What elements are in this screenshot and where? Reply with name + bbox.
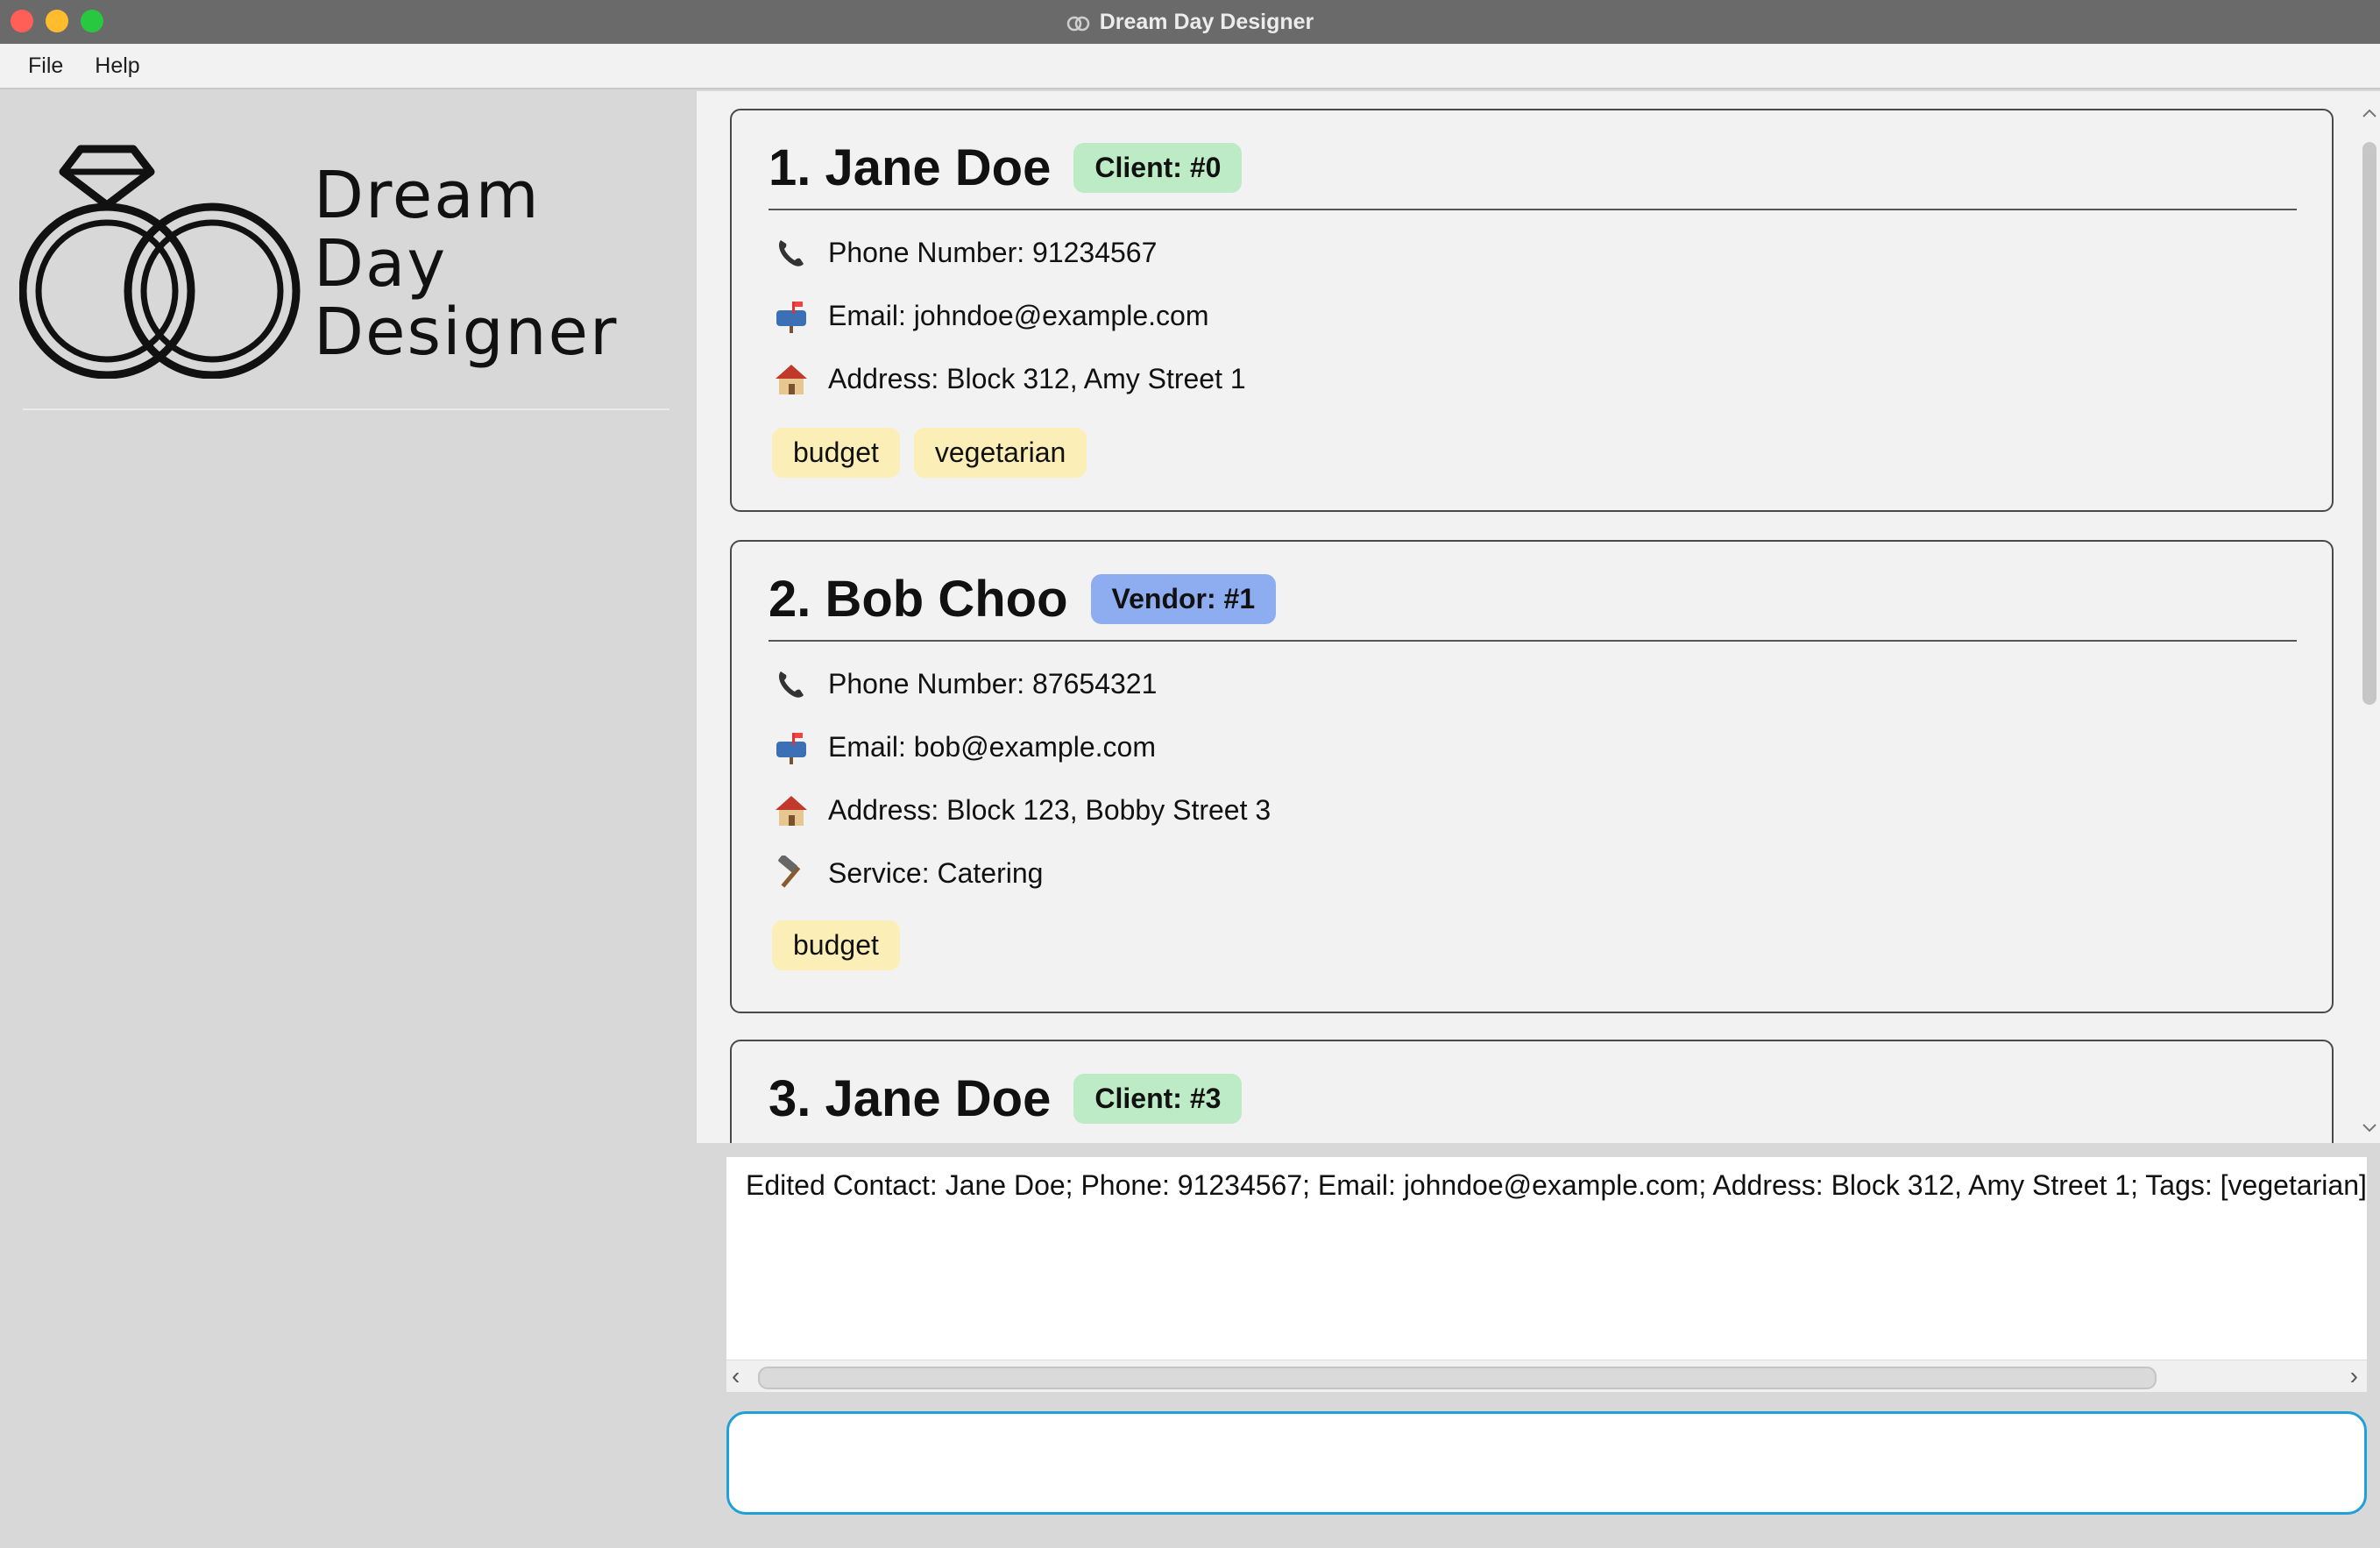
contact-type-badge: Client: #0 xyxy=(1073,143,1243,193)
service-field: Service: Catering xyxy=(772,854,1043,892)
service-text: Service: Catering xyxy=(828,856,1044,889)
phone-text: Phone Number: 87654321 xyxy=(828,667,1158,699)
sidebar: Dream Day Designer xyxy=(0,91,697,1548)
window-title-bar: Dream Day Designer xyxy=(0,0,2380,44)
scroll-up-icon[interactable] xyxy=(2361,107,2378,119)
app-rings-icon xyxy=(1066,12,1091,32)
contact-type-badge: Vendor: #1 xyxy=(1090,574,1277,624)
contact-type-badge: Client: #3 xyxy=(1073,1074,1243,1124)
email-field: Email: johndoe@example.com xyxy=(772,296,1208,335)
address-text: Address: Block 312, Amy Street 1 xyxy=(828,362,1246,394)
house-icon xyxy=(772,359,811,398)
card-divider xyxy=(769,209,2297,210)
email-text: Email: bob@example.com xyxy=(828,730,1156,763)
command-box xyxy=(726,1411,2367,1515)
contact-list-scrollbar[interactable] xyxy=(2355,91,2380,1143)
tag-chip: budget xyxy=(772,428,900,478)
maximize-window-button[interactable] xyxy=(81,10,103,32)
house-icon xyxy=(772,791,811,829)
contact-card[interactable]: 2. Bob Choo Vendor: #1 Phone Number: 876… xyxy=(730,540,2334,1013)
mailbox-icon xyxy=(772,296,811,335)
scrollbar-thumb[interactable] xyxy=(2362,142,2376,705)
phone-field: Phone Number: 91234567 xyxy=(772,233,1157,272)
menu-file[interactable]: File xyxy=(12,48,79,84)
tag-chip: budget xyxy=(772,920,900,970)
window-controls xyxy=(11,10,103,32)
rings-logo-icon xyxy=(18,142,308,383)
contact-name: 3. Jane Doe xyxy=(769,1070,1052,1127)
scrollbar-thumb[interactable] xyxy=(758,1367,2157,1389)
phone-icon xyxy=(772,233,811,272)
logo-text: Dream Day Designer xyxy=(314,161,618,366)
phone-icon xyxy=(772,664,811,703)
window-title: Dream Day Designer xyxy=(1099,9,1314,34)
scroll-left-icon[interactable]: ‹ xyxy=(732,1362,740,1390)
sidebar-divider xyxy=(23,408,669,410)
result-text: Edited Contact: Jane Doe; Phone: 9123456… xyxy=(746,1169,2367,1201)
hammer-icon xyxy=(772,854,811,892)
minimize-window-button[interactable] xyxy=(46,10,68,32)
tag-list: budget xyxy=(772,920,900,970)
logo-line-designer: Designer xyxy=(314,295,619,370)
address-field: Address: Block 312, Amy Street 1 xyxy=(772,359,1246,398)
result-display[interactable]: Edited Contact: Jane Doe; Phone: 9123456… xyxy=(726,1157,2367,1392)
contact-name: 1. Jane Doe xyxy=(769,139,1052,196)
tag-list: budget vegetarian xyxy=(772,428,1087,478)
logo-line-dream: Dream xyxy=(314,158,541,233)
mailbox-icon xyxy=(772,728,811,766)
phone-field: Phone Number: 87654321 xyxy=(772,664,1157,703)
email-text: Email: johndoe@example.com xyxy=(828,299,1209,331)
contact-name: 2. Bob Choo xyxy=(769,571,1068,628)
result-horizontal-scrollbar[interactable]: ‹ › xyxy=(726,1360,2367,1392)
command-input[interactable] xyxy=(726,1411,2367,1515)
scroll-down-icon[interactable] xyxy=(2361,1122,2378,1134)
phone-text: Phone Number: 91234567 xyxy=(828,236,1158,268)
tag-chip: vegetarian xyxy=(913,428,1087,478)
menu-bar: File Help xyxy=(0,44,2380,89)
contact-card[interactable]: 3. Jane Doe Client: #3 xyxy=(730,1040,2334,1143)
address-field: Address: Block 123, Bobby Street 3 xyxy=(772,791,1271,829)
card-divider xyxy=(769,640,2297,642)
close-window-button[interactable] xyxy=(11,10,33,32)
menu-help[interactable]: Help xyxy=(79,48,155,84)
logo-line-day: Day xyxy=(314,226,448,302)
contact-card[interactable]: 1. Jane Doe Client: #0 Phone Number: 912… xyxy=(730,109,2334,512)
address-text: Address: Block 123, Bobby Street 3 xyxy=(828,793,1271,826)
email-field: Email: bob@example.com xyxy=(772,728,1156,766)
scroll-right-icon[interactable]: › xyxy=(2350,1362,2358,1390)
contact-list[interactable]: 1. Jane Doe Client: #0 Phone Number: 912… xyxy=(697,91,2380,1143)
